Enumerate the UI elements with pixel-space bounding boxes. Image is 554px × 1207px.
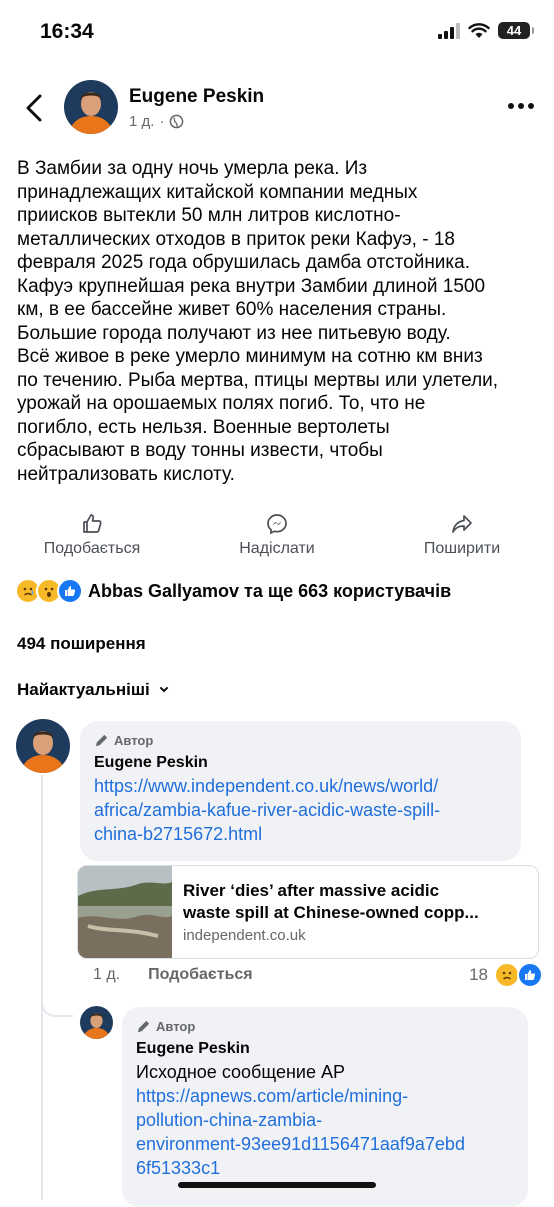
sort-label: Найактуальніші	[17, 680, 150, 699]
status-icons: 44	[438, 22, 534, 39]
post-meta: 1 д. ·	[129, 113, 184, 130]
like-reaction-icon	[517, 962, 543, 988]
post-time: 1 д.	[129, 113, 155, 130]
link-preview-card[interactable]: River ‘dies’ after massive acidic waste …	[77, 865, 539, 959]
comment-time: 1 д.	[93, 966, 121, 983]
share-label: Поширити	[423, 540, 501, 557]
home-indicator[interactable]	[178, 1182, 376, 1188]
meta-separator: ·	[159, 113, 165, 130]
author-badge-label: Автор	[114, 733, 154, 748]
thumbs-up-icon	[83, 514, 102, 533]
link-line: https://apnews.com/article/mining-	[136, 1086, 409, 1106]
link-line: china-b2715672.html	[94, 824, 263, 844]
comment-bubble[interactable]: Автор Eugene Peskin https://www.independ…	[80, 721, 521, 861]
reactions-summary[interactable]: Abbas Gallyamov та ще 663 користувачів	[15, 578, 451, 604]
comment-like-button[interactable]: Подобається	[148, 966, 253, 984]
post-text: В Замбии за одну ночь умерла река. Из пр…	[17, 158, 499, 485]
link-preview-title: River ‘dies’ after massive acidic waste …	[183, 880, 528, 924]
wifi-icon	[468, 22, 490, 38]
like-label: Подобається	[43, 540, 141, 557]
shares-count[interactable]: 494 поширення	[17, 634, 146, 654]
globe-icon	[170, 114, 184, 129]
pen-icon	[137, 1020, 150, 1033]
chevron-down-icon	[159, 687, 168, 693]
link-line: 6f51333c1	[136, 1158, 221, 1178]
title-line: waste spill at Chinese-owned copp...	[183, 903, 479, 922]
like-reaction-icon	[57, 578, 83, 604]
comment-link[interactable]: https://www.independent.co.uk/news/world…	[94, 774, 507, 846]
reply-text: Исходное сообщение AP	[136, 1062, 345, 1082]
comment-author-name[interactable]: Eugene Peskin	[94, 754, 507, 772]
battery-level: 44	[506, 23, 522, 38]
reply-author-name[interactable]: Eugene Peskin	[136, 1040, 514, 1058]
reactions-text: Abbas Gallyamov та ще 663 користувачів	[88, 580, 452, 601]
author-badge: Автор	[136, 1019, 514, 1034]
author-badge: Автор	[94, 733, 507, 748]
link-line: environment-93ee91d1156471aaf9a7ebd	[136, 1134, 465, 1154]
send-button[interactable]: Надіслати	[202, 512, 352, 558]
cellular-signal-icon	[438, 22, 460, 39]
back-arrow-icon[interactable]	[20, 90, 50, 126]
author-badge-label: Автор	[156, 1019, 196, 1034]
author-avatar[interactable]	[64, 80, 118, 134]
send-label: Надіслати	[239, 540, 315, 557]
avatar-image	[16, 719, 70, 773]
comment-sort-dropdown[interactable]: Найактуальніші	[17, 680, 170, 700]
comment-meta: 1 д. Подобається	[93, 966, 253, 984]
reply-author-avatar[interactable]	[80, 1006, 113, 1039]
link-line: africa/zambia-kafue-river-acidic-waste-s…	[94, 800, 441, 820]
reply-link[interactable]: https://apnews.com/article/mining- pollu…	[136, 1084, 514, 1180]
status-time: 16:34	[40, 20, 94, 43]
comment-reaction-count: 18	[469, 965, 488, 984]
reply-connector	[41, 985, 73, 1017]
comment-author-avatar[interactable]	[16, 719, 70, 773]
more-options-icon[interactable]	[508, 103, 534, 109]
avatar-image	[64, 80, 118, 134]
reply-bubble[interactable]: Автор Eugene Peskin Исходное сообщение A…	[122, 1007, 528, 1207]
battery-icon: 44	[498, 22, 534, 39]
pen-icon	[95, 734, 108, 747]
link-line: https://www.independent.co.uk/news/world…	[94, 776, 439, 796]
comment-reactions[interactable]: 18	[469, 962, 543, 988]
like-button[interactable]: Подобається	[17, 512, 167, 558]
post-author-name[interactable]: Eugene Peskin	[129, 86, 264, 108]
title-line: River ‘dies’ after massive acidic	[183, 881, 440, 900]
link-line: pollution-china-zambia-	[136, 1110, 323, 1130]
link-preview-image	[78, 866, 172, 958]
share-button[interactable]: Поширити	[387, 512, 537, 558]
post-actions-bar: Подобається Надіслати Поширити	[0, 512, 554, 562]
share-arrow-icon	[452, 515, 472, 533]
link-preview-domain: independent.co.uk	[183, 927, 306, 944]
avatar-image	[80, 1006, 113, 1039]
messenger-icon	[267, 514, 287, 535]
